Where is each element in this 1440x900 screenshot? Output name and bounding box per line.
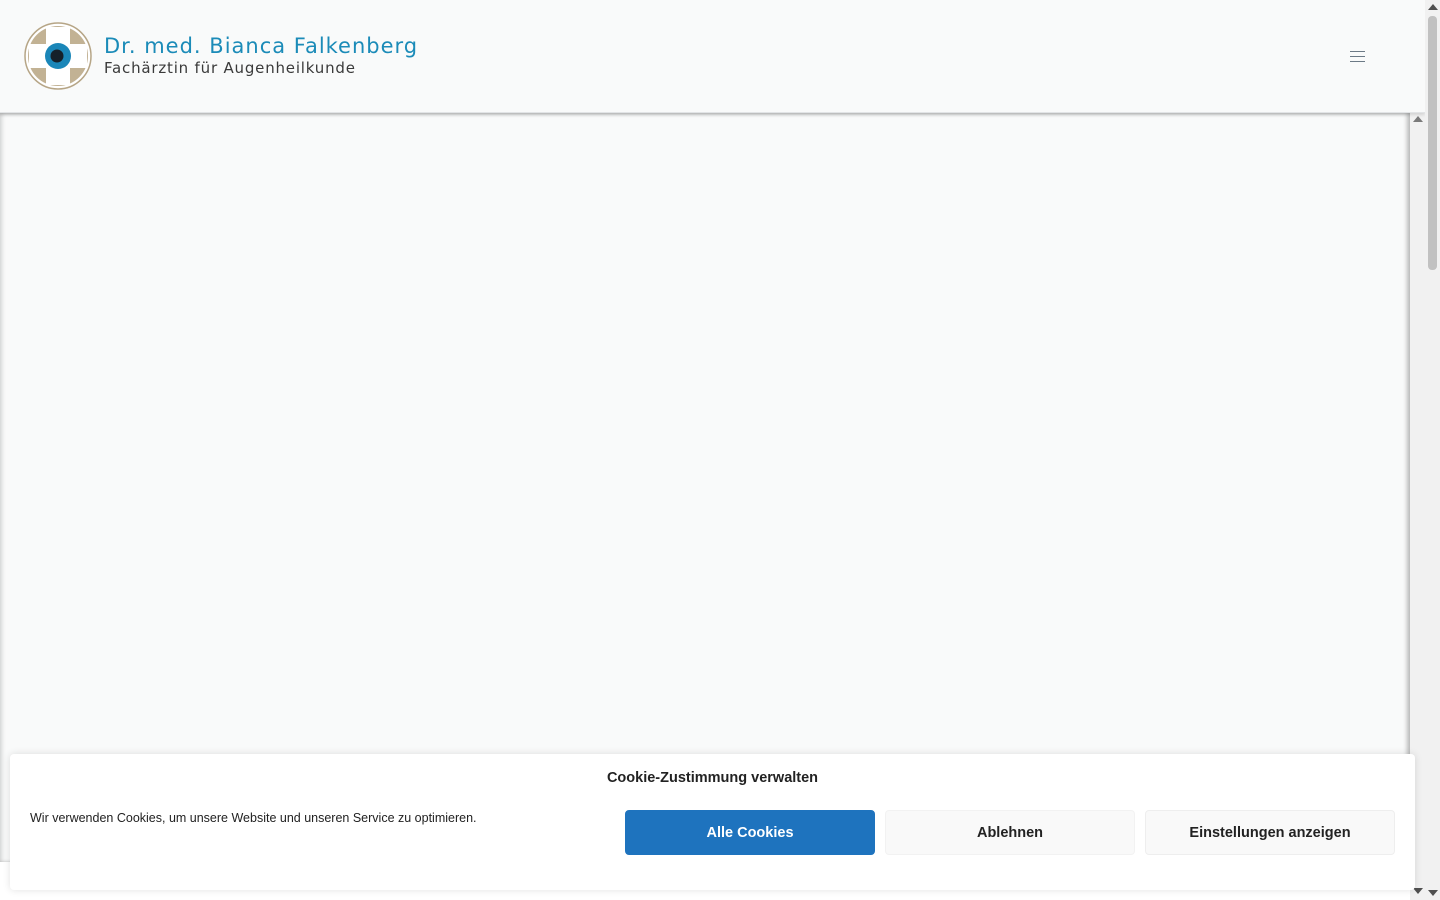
scroll-down-arrow-icon[interactable] (1428, 890, 1438, 896)
page-scrollbar[interactable] (1425, 0, 1440, 900)
cookie-consent-banner: Cookie-Zustimmung verwalten Wir verwende… (10, 754, 1415, 890)
home-logo-link[interactable]: Dr. med. Bianca Falkenberg Fachärztin fü… (24, 22, 418, 90)
site-header: Dr. med. Bianca Falkenberg Fachärztin fü… (0, 0, 1425, 113)
deny-cookies-button[interactable]: Ablehnen (885, 810, 1135, 855)
menu-toggle-button[interactable] (1342, 42, 1372, 70)
hamburger-menu-bar (1349, 60, 1365, 62)
scrollbar-thumb[interactable] (1428, 16, 1437, 270)
cookie-banner-message: Wir verwenden Cookies, um unsere Website… (30, 811, 477, 825)
brand-name: Dr. med. Bianca Falkenberg (104, 34, 419, 58)
hamburger-menu-bar (1349, 55, 1365, 57)
hamburger-menu-icon (1349, 50, 1365, 52)
brand-text: Dr. med. Bianca Falkenberg Fachärztin fü… (104, 34, 418, 78)
brand-tagline: Fachärztin für Augenheilkunde (104, 59, 356, 77)
main-content-area (0, 113, 1410, 863)
scroll-down-arrow-icon[interactable] (1413, 888, 1423, 894)
view-preferences-button[interactable]: Einstellungen anzeigen (1145, 810, 1395, 855)
eye-cross-logo-icon (24, 22, 92, 90)
scroll-up-arrow-icon[interactable] (1413, 116, 1423, 122)
scroll-up-arrow-icon[interactable] (1428, 4, 1438, 10)
cookie-banner-title: Cookie-Zustimmung verwalten (606, 770, 819, 786)
accept-all-cookies-button[interactable]: Alle Cookies (625, 810, 875, 855)
page: Dr. med. Bianca Falkenberg Fachärztin fü… (0, 0, 1440, 900)
